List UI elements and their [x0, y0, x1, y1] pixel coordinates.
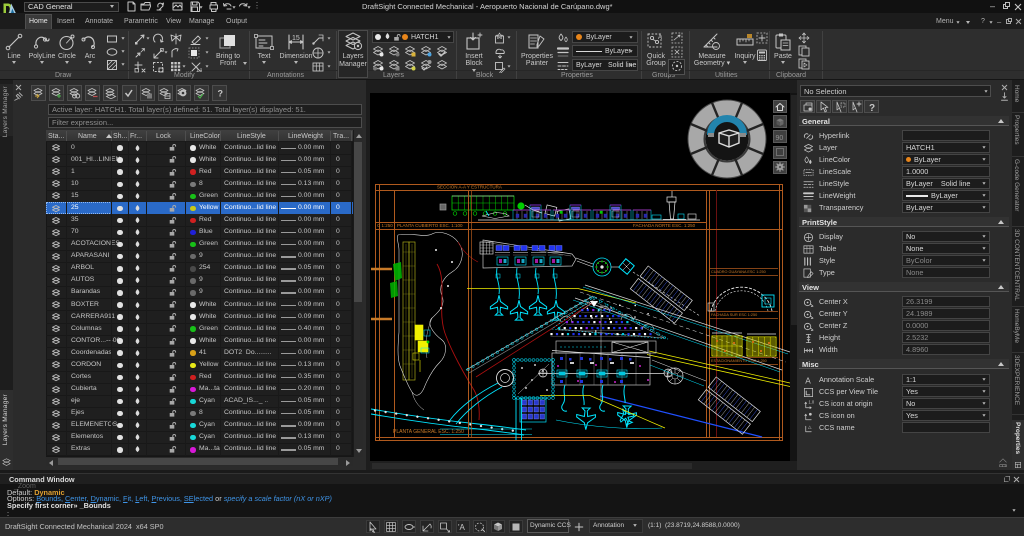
svg-text:ESTACIONAMIENTO ESC 1:250: ESTACIONAMIENTO ESC 1:250 — [711, 359, 767, 363]
svg-text:PLANTA GENERAL ESC. 1:250: PLANTA GENERAL ESC. 1:250 — [393, 429, 464, 435]
svg-text:C 1:250: C 1:250 — [377, 223, 393, 228]
svg-text:PLANTA CUBIERTO ESC. 1:100: PLANTA CUBIERTO ESC. 1:100 — [397, 223, 463, 228]
svg-text:A: A — [658, 35, 662, 41]
svg-text:15: 15 — [292, 35, 300, 42]
svg-text:1a: 1a — [196, 68, 202, 73]
svg-text:FACHADA NORTE ESC. 1:250: FACHADA NORTE ESC. 1:250 — [633, 223, 696, 228]
svg-text:90: 90 — [776, 135, 784, 142]
svg-text:?: ? — [869, 103, 875, 113]
svg-text:FACHADA SUR ESC 1:250: FACHADA SUR ESC 1:250 — [711, 313, 757, 317]
svg-text:CUADRO GUAYANA ESC 1:250: CUADRO GUAYANA ESC 1:250 — [711, 270, 766, 274]
svg-text:△: △ — [808, 424, 812, 429]
svg-text:1.0: 1.0 — [809, 399, 815, 404]
svg-text:A: A — [805, 376, 811, 385]
svg-text:?: ? — [217, 89, 223, 99]
svg-text:SECCION A-A Y ESTRUCTURA: SECCION A-A Y ESTRUCTURA — [437, 185, 502, 190]
svg-text:'A: 'A — [458, 523, 466, 532]
